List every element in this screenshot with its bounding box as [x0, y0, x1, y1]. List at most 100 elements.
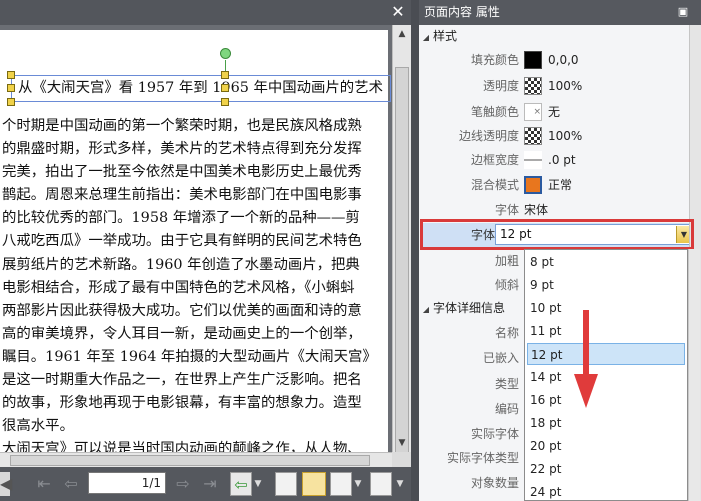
text-line: 完美，拍出了一批至今依然是中国美术电影历史上最优秀 — [2, 164, 362, 181]
text-line: 的故事，形象地再现于电影银幕，有丰富的想象力。造型 — [2, 395, 362, 412]
font-size-dropdown[interactable]: 8 pt 9 pt 10 pt 11 pt 12 pt 14 pt 16 pt … — [524, 249, 688, 501]
text-line: 的鼎盛时期，形式多样，美术片的艺术特点得到充分发挥 — [2, 141, 362, 158]
section-style[interactable]: ◢ 样式 — [419, 26, 689, 46]
dropdown-option[interactable]: 16 pt — [527, 389, 685, 411]
dropdown-option[interactable]: 10 pt — [527, 297, 685, 319]
text-line: 展剪纸片的艺术新路。1960 年创造了水墨动画片，把典 — [2, 256, 360, 273]
dropdown-scrollbar[interactable] — [688, 249, 700, 501]
encoding-label: 编码 — [494, 402, 519, 416]
opacity-swatch[interactable] — [524, 77, 542, 95]
row-opacity[interactable]: 透明度 100% — [419, 74, 689, 98]
scroll-down-icon[interactable]: ▼ — [396, 437, 408, 449]
fill-color-value: 0,0,0 — [548, 53, 579, 67]
scroll-left-icon[interactable]: ◀ — [0, 472, 12, 496]
dropdown-option[interactable]: 14 pt — [527, 366, 685, 388]
text-line: 瞩目。1961 年至 1964 年拍摄的大型动画片《大闹天宫》 — [2, 348, 377, 365]
blend-mode-icon[interactable] — [524, 176, 542, 194]
resize-handle-bm[interactable] — [221, 98, 229, 106]
resize-handle-ml[interactable] — [7, 84, 15, 92]
object-count-label: 对象数量 — [470, 476, 519, 490]
collapse-icon[interactable]: ◢ — [419, 300, 433, 320]
selected-title-text[interactable]: 从《大闹天宫》看 1957 年到 1965 年中国动画片的艺术 — [18, 77, 388, 100]
panel-splitter[interactable] — [411, 0, 419, 501]
page-number-input[interactable]: 1/1 — [88, 472, 166, 494]
navigation-toolbar: ◀ ⇤ ⇦ ⇨ ⇥ ⇦ ▼ ▼ ▼ — [0, 467, 411, 501]
next-page-icon[interactable]: ⇨ — [170, 472, 196, 496]
dropdown-option[interactable]: 11 pt — [527, 320, 685, 342]
dropdown-option[interactable]: 8 pt — [527, 251, 685, 273]
section-style-label: 样式 — [433, 29, 458, 43]
text-line: 是这一时期重大作品之一，在世界上产生广泛影响。把名 — [2, 372, 362, 389]
opacity-label: 透明度 — [482, 79, 519, 93]
pdf-page[interactable]: 从《大闹天宫》看 1957 年到 1965 年中国动画片的艺术 个时期是中国动画… — [0, 30, 391, 452]
horizontal-scrollbar[interactable] — [0, 452, 392, 468]
vertical-scroll-thumb[interactable] — [395, 67, 409, 455]
border-opacity-label: 边线透明度 — [458, 129, 519, 143]
rotation-handle[interactable] — [220, 48, 231, 59]
no-color-icon[interactable]: × — [524, 103, 542, 121]
collapse-icon[interactable]: ◢ — [419, 28, 433, 48]
line-width-icon[interactable] — [524, 151, 542, 169]
actual-font-type-label: 实际字体类型 — [446, 451, 519, 465]
row-blend-mode[interactable]: 混合模式 正常 — [419, 173, 689, 197]
dropdown-option[interactable]: 22 pt — [527, 458, 685, 480]
fill-color-label: 填充颜色 — [470, 53, 519, 67]
border-width-value: .0 pt — [548, 153, 576, 167]
stroke-color-value: 无 — [548, 105, 561, 119]
page-layout-menu-icon[interactable]: ▼ — [353, 472, 363, 496]
resize-handle-mm[interactable] — [221, 84, 229, 92]
text-line: 很高水平。 — [2, 418, 74, 435]
document-canvas[interactable]: 从《大闹天宫》看 1957 年到 1965 年中国动画片的艺术 个时期是中国动画… — [0, 25, 392, 452]
resize-handle-tm[interactable] — [221, 71, 229, 79]
continuous-page-icon[interactable] — [302, 472, 326, 496]
zoom-menu-icon[interactable]: ▼ — [395, 472, 405, 496]
body-text: 个时期是中国动画的第一个繁荣时期，也是民族风格成熟 的鼎盛时期，形式多样，美术片… — [2, 115, 388, 452]
row-border-width[interactable]: 边框宽度 .0 pt — [419, 148, 689, 172]
resize-handle-tl[interactable] — [7, 71, 15, 79]
go-back-icon[interactable]: ⇦ — [230, 472, 252, 496]
bold-label: 加粗 — [494, 254, 519, 268]
document-tab-bar — [0, 0, 411, 26]
border-width-label: 边框宽度 — [470, 153, 519, 167]
text-line: 的比较优秀的部门。1958 年增添了一个新的品种——剪 — [2, 210, 360, 227]
font-type-label: 类型 — [494, 377, 519, 391]
resize-handle-bl[interactable] — [7, 98, 15, 106]
last-page-icon[interactable]: ⇥ — [198, 472, 222, 496]
dropdown-option[interactable]: 18 pt — [527, 412, 685, 434]
font-name-label: 名称 — [494, 326, 519, 340]
dropdown-option-selected[interactable]: 12 pt — [527, 343, 685, 365]
scroll-up-icon[interactable]: ▲ — [396, 28, 408, 40]
pin-icon[interactable]: ▣ — [675, 4, 691, 20]
text-line: 鹊起。周恩来总理生前指出：美术电影部门在中国电影事 — [2, 187, 362, 204]
actual-font-label: 实际字体 — [470, 427, 519, 441]
go-back-menu-icon[interactable]: ▼ — [253, 472, 263, 496]
text-line: 高的审美境界，令人耳目一新，是动画史上的一个创举， — [2, 325, 362, 342]
text-line: 个时期是中国动画的第一个繁荣时期，也是民族风格成熟 — [2, 118, 362, 134]
arrow-down-icon — [574, 310, 598, 408]
row-fill-color[interactable]: 填充颜色 0,0,0 — [419, 48, 689, 72]
first-page-icon[interactable]: ⇤ — [32, 472, 56, 496]
horizontal-scroll-thumb[interactable] — [10, 455, 370, 466]
scroll-corner — [392, 452, 411, 467]
previous-page-icon[interactable]: ⇦ — [58, 472, 84, 496]
row-stroke-color[interactable]: 笔触颜色 × 无 — [419, 100, 689, 124]
highlight-box — [420, 219, 694, 250]
fill-color-swatch[interactable] — [524, 51, 542, 69]
dropdown-option[interactable]: 24 pt — [527, 481, 685, 500]
panel-header: 页面内容 属性 ▣ — [419, 0, 701, 25]
fit-page-icon[interactable] — [370, 472, 392, 496]
row-border-opacity[interactable]: 边线透明度 100% — [419, 124, 689, 148]
vertical-scrollbar[interactable]: ▲ ▼ — [392, 25, 412, 455]
facing-pages-icon[interactable] — [330, 472, 352, 496]
border-opacity-value: 100% — [548, 129, 583, 143]
dropdown-option[interactable]: 20 pt — [527, 435, 685, 457]
opacity-value: 100% — [548, 79, 583, 93]
border-opacity-swatch[interactable] — [524, 127, 542, 145]
panel-title: 页面内容 属性 — [424, 5, 500, 19]
close-icon[interactable]: ✕ — [389, 3, 407, 21]
dropdown-option[interactable]: 9 pt — [527, 274, 685, 296]
blend-mode-label: 混合模式 — [470, 178, 519, 192]
single-page-icon[interactable] — [275, 472, 297, 496]
text-line: 电影相结合，形成了最有中国特色的艺术风格，《小蝌蚪 — [2, 279, 355, 296]
blend-mode-value: 正常 — [548, 178, 573, 192]
